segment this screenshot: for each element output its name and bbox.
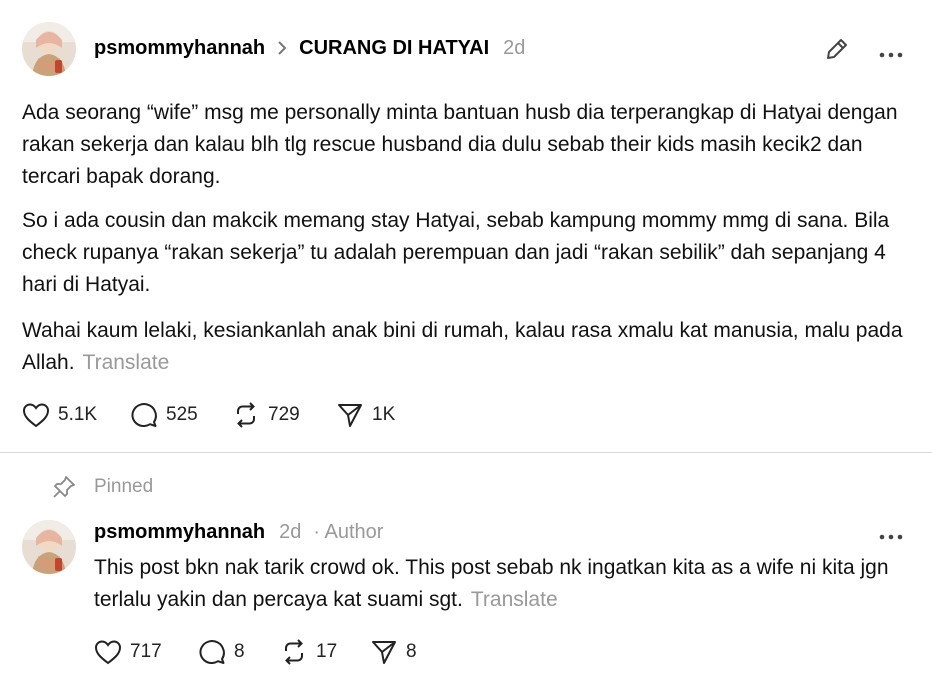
heart-icon	[22, 403, 50, 428]
repost-icon	[285, 639, 303, 665]
like-button[interactable]: 5.1K	[22, 402, 130, 428]
comment-icon	[199, 640, 225, 665]
reply-actions: 717 8 17 8	[94, 638, 440, 666]
post-actions: 5.1K 525 729 1K	[22, 401, 416, 429]
post-paragraph-2: So i ada cousin dan makcik memang stay H…	[22, 209, 890, 296]
reply-paragraph: This post bkn nak tarik crowd ok. This p…	[94, 552, 914, 616]
reply-count: 525	[166, 404, 198, 425]
comment-icon	[131, 403, 157, 428]
edit-icon[interactable]	[824, 36, 850, 67]
reply-like-count: 717	[130, 641, 162, 662]
reply-more-icon[interactable]	[878, 528, 904, 546]
avatar[interactable]	[22, 22, 76, 76]
translate-link[interactable]: Translate	[83, 351, 170, 374]
reply-translate-link[interactable]: Translate	[471, 588, 558, 611]
reply-username[interactable]: psmommyhannah	[94, 521, 265, 544]
pinned-label: Pinned	[52, 475, 153, 499]
repost-count: 729	[268, 404, 300, 425]
like-count: 5.1K	[58, 404, 98, 425]
share-count: 1K	[372, 404, 396, 425]
repost-button[interactable]: 729	[232, 401, 336, 429]
reply-reply-count: 8	[234, 641, 245, 662]
reply-time: 2d	[279, 520, 302, 543]
topic-tag[interactable]: CURANG DI HATYAI	[299, 37, 489, 60]
username[interactable]: psmommyhannah	[94, 37, 265, 60]
post-paragraph-3: Wahai kaum lelaki, kesiankanlah anak bin…	[22, 315, 912, 379]
heart-icon	[94, 640, 122, 665]
post-body-2: So i ada cousin dan makcik memang stay H…	[22, 205, 912, 301]
pinned-text: Pinned	[94, 476, 154, 497]
share-button[interactable]: 1K	[336, 402, 416, 428]
pin-icon	[53, 476, 75, 498]
post-header: psmommyhannah CURANG DI HATYAI 2d	[94, 30, 525, 66]
reply-button[interactable]: 525	[130, 401, 232, 429]
reply-reply-button[interactable]: 8	[198, 638, 280, 666]
reply-share-count: 8	[406, 641, 417, 662]
post-time: 2d	[503, 36, 526, 59]
share-icon	[338, 404, 362, 427]
author-badge: · Author	[313, 520, 384, 543]
more-icon[interactable]	[878, 46, 904, 64]
share-icon	[372, 641, 396, 664]
repost-icon	[237, 402, 255, 428]
divider	[0, 452, 932, 453]
reply-avatar[interactable]	[22, 520, 76, 574]
reply-repost-count: 17	[316, 641, 338, 662]
reply-body: This post bkn nak tarik crowd ok. This p…	[94, 552, 914, 616]
reply-like-button[interactable]: 717	[94, 639, 198, 665]
post-body: Ada seorang “wife” msg me personally min…	[22, 97, 912, 193]
chevron-right-icon	[277, 41, 287, 55]
reply-share-button[interactable]: 8	[370, 639, 440, 665]
post-paragraph-1: Ada seorang “wife” msg me personally min…	[22, 101, 898, 188]
post-body-3: Wahai kaum lelaki, kesiankanlah anak bin…	[22, 315, 912, 379]
reply-repost-button[interactable]: 17	[280, 638, 370, 666]
reply-header: psmommyhannah 2d · Author	[94, 516, 383, 548]
